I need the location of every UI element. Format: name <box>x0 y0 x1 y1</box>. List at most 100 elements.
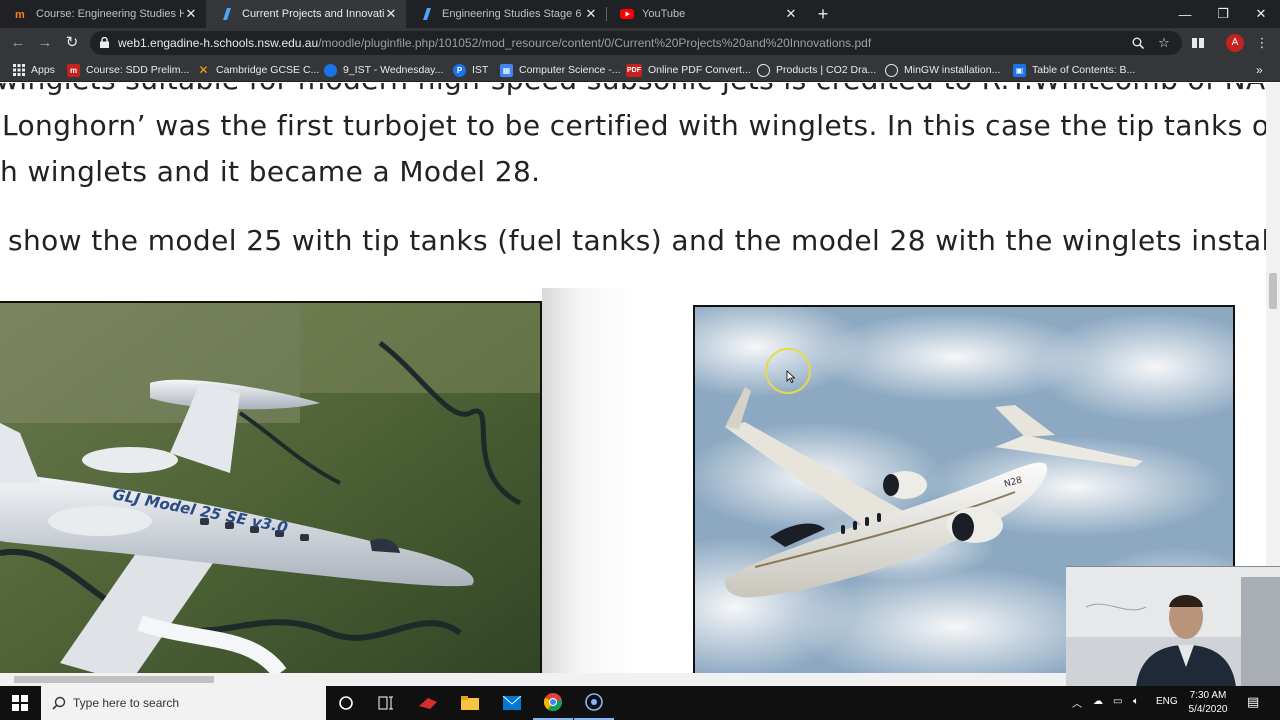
bookmark-label: Cambridge GCSE C... <box>216 64 320 76</box>
browser-toolbar: ← → ↻ web1.engadine-h.schools.nsw.edu.au… <box>0 28 1280 58</box>
lock-icon <box>100 37 109 48</box>
pdf-icon: PDF <box>626 63 642 77</box>
tab-engineering-syllabus[interactable]: Engineering Studies Stage 6 Sylla ✕ <box>406 0 606 28</box>
close-tab-icon[interactable]: ✕ <box>584 6 598 22</box>
close-tab-icon[interactable]: ✕ <box>384 6 398 22</box>
windows-start-icon[interactable] <box>0 686 40 720</box>
tab-title: Course: Engineering Studies HSC <box>36 8 184 20</box>
clock-time: 7:30 AM <box>1189 690 1227 701</box>
scroll-thumb[interactable] <box>14 676 214 683</box>
reload-icon[interactable]: ↻ <box>62 33 82 53</box>
forward-arrow-icon[interactable]: → <box>35 33 55 53</box>
moodle-icon: m <box>14 7 28 21</box>
apps-grid-icon <box>12 64 25 77</box>
svg-text:m: m <box>15 9 25 21</box>
tab-strip: m Course: Engineering Studies HSC ✕ Curr… <box>0 0 1280 28</box>
tab-title: YouTube <box>642 8 686 20</box>
bookmark-label: 9_IST - Wednesday... <box>343 64 444 76</box>
tab-youtube[interactable]: YouTube ✕ <box>606 0 806 28</box>
presenter-video <box>1066 567 1280 686</box>
pdf-text-line: show the model 25 with tip tanks (fuel t… <box>8 224 1266 257</box>
youtube-icon <box>620 7 634 21</box>
url-path: /moodle/pluginfile.php/101052/mod_resour… <box>318 36 872 50</box>
menu-kebab-icon[interactable]: ⋮ <box>1252 33 1272 53</box>
bookmark-label: Table of Contents: B... <box>1032 64 1136 76</box>
url-text: web1.engadine-h.schools.nsw.edu.au/moodl… <box>118 36 871 50</box>
bookmark-label: Computer Science -... <box>519 64 621 76</box>
bookmarks-bar: Apps m Course: SDD Prelim... ✕ Cambridge… <box>0 58 1280 82</box>
app-red-icon[interactable] <box>408 686 448 720</box>
webcam-overlay <box>1066 566 1280 686</box>
system-clock[interactable]: 7:30 AM 5/4/2020 <box>1178 689 1238 717</box>
close-tab-icon[interactable]: ✕ <box>184 6 198 22</box>
engadine-icon <box>220 7 234 21</box>
tray-chevron-icon[interactable]: ︿ <box>1072 695 1082 710</box>
bookmark-online-pdf[interactable]: PDF Online PDF Convert... <box>626 62 751 78</box>
bookmark-table-of-contents[interactable]: ▣ Table of Contents: B... <box>1013 62 1135 78</box>
cambridge-icon: ✕ <box>198 63 209 77</box>
file-explorer-icon[interactable] <box>450 686 490 720</box>
bookmark-label: Apps <box>31 64 55 76</box>
chrome-icon[interactable] <box>533 686 573 720</box>
pdf-text-line: h winglets and it became a Model 28. <box>0 155 541 188</box>
image-shadow <box>542 288 632 673</box>
clock-date: 5/4/2020 <box>1188 704 1228 715</box>
bookmark-course-sdd[interactable]: m Course: SDD Prelim... <box>67 62 189 78</box>
bookmark-icon: ▣ <box>1013 63 1026 77</box>
close-tab-icon[interactable]: ✕ <box>784 6 798 22</box>
tab-title: Current Projects and Innovations <box>242 8 384 20</box>
search-placeholder: Type here to search <box>73 696 180 710</box>
star-icon[interactable]: ☆ <box>1154 33 1174 53</box>
task-view-icon[interactable] <box>366 686 406 720</box>
bookmark-label: Course: SDD Prelim... <box>86 64 190 76</box>
recorder-app-icon[interactable] <box>574 686 614 720</box>
back-arrow-icon[interactable]: ← <box>8 33 28 53</box>
taskbar-search-box[interactable]: Type here to search <box>41 686 326 720</box>
bookmark-apps[interactable]: Apps <box>12 62 55 78</box>
new-tab-button[interactable]: + <box>814 4 832 24</box>
bookmark-label: IST <box>472 64 489 76</box>
mail-icon[interactable] <box>492 686 532 720</box>
mouse-pointer-icon <box>786 370 796 384</box>
profile-avatar[interactable]: A <box>1226 34 1244 52</box>
bookmark-label: Online PDF Convert... <box>648 64 751 76</box>
doc-icon: ▦ <box>500 63 513 77</box>
bookmark-label: Products | CO2 Dra... <box>776 64 877 76</box>
url-host: web1.engadine-h.schools.nsw.edu.au <box>118 36 319 50</box>
pdf-text-line: Longhorn’ was the first turbojet to be c… <box>2 109 1266 142</box>
scroll-thumb[interactable] <box>1269 273 1277 309</box>
zoom-icon[interactable] <box>1128 33 1148 53</box>
minimize-icon[interactable]: — <box>1166 0 1204 28</box>
pdf-text-line: winglets suitable for modern high-speed … <box>0 83 1266 96</box>
onedrive-icon[interactable]: ☁ <box>1093 696 1103 707</box>
notification-center-icon[interactable]: ▤ <box>1247 694 1259 710</box>
tab-title: Engineering Studies Stage 6 Sylla <box>442 8 584 20</box>
search-icon <box>52 696 66 710</box>
windows-taskbar: Type here to search ︿ ☁ ▭ 🔈︎ ENG 7:30 AM… <box>0 686 1280 720</box>
bookmark-computer-science[interactable]: ▦ Computer Science -... <box>500 62 621 78</box>
cortana-icon[interactable] <box>326 686 366 720</box>
moodle-icon: m <box>67 63 80 77</box>
more-bookmarks-chevron-icon[interactable]: » <box>1256 62 1263 78</box>
bookmark-products-co2[interactable]: Products | CO2 Dra... <box>757 62 876 78</box>
address-bar[interactable]: web1.engadine-h.schools.nsw.edu.au/moodl… <box>90 31 1182 55</box>
ist-icon: P <box>453 63 466 77</box>
volume-icon[interactable]: 🔈︎ <box>1133 696 1139 707</box>
photo-model-25: GLJ Model 25 SE v3.0 <box>0 301 542 673</box>
maximize-icon[interactable]: ❐ <box>1204 0 1242 28</box>
tab-course-engineering[interactable]: m Course: Engineering Studies HSC ✕ <box>0 0 206 28</box>
bookmark-cambridge[interactable]: ✕ Cambridge GCSE C... <box>197 62 319 78</box>
bookmark-mingw[interactable]: MinGW installation... <box>885 62 1000 78</box>
engadine-icon <box>420 7 434 21</box>
globe-icon <box>885 63 898 77</box>
bookmark-label: MinGW installation... <box>904 64 1001 76</box>
reading-list-icon[interactable] <box>1188 33 1208 53</box>
bookmark-9-ist[interactable]: 9_IST - Wednesday... <box>324 62 443 78</box>
language-indicator[interactable]: ENG <box>1156 696 1178 707</box>
close-window-icon[interactable]: ✕ <box>1242 0 1280 28</box>
battery-icon[interactable]: ▭ <box>1113 696 1122 707</box>
globe-icon <box>757 63 770 77</box>
globe-icon <box>324 63 337 77</box>
tab-current-projects[interactable]: Current Projects and Innovations ✕ <box>206 0 406 28</box>
bookmark-ist[interactable]: P IST <box>453 62 488 78</box>
